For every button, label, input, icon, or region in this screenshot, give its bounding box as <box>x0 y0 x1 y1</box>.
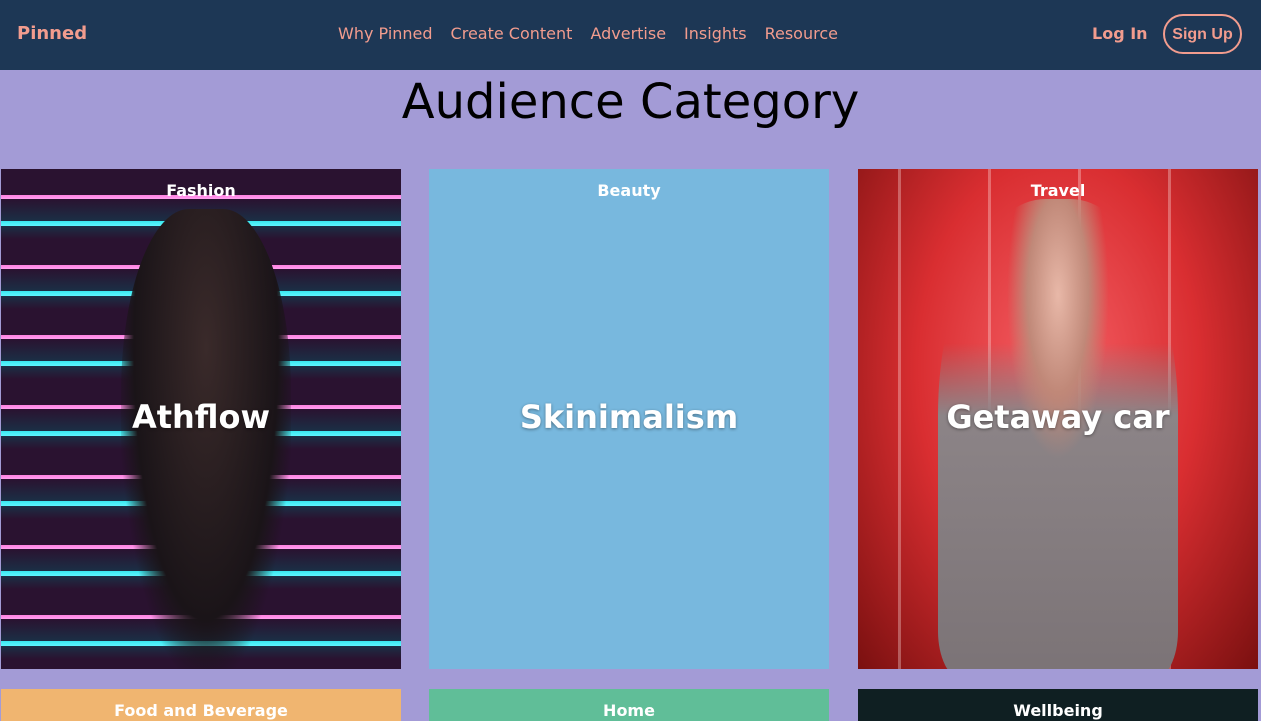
main-nav: Why Pinned Create Content Advertise Insi… <box>338 22 856 46</box>
category-card-travel[interactable]: Travel Getaway car <box>858 169 1258 669</box>
signup-button[interactable]: Sign Up <box>1163 14 1242 54</box>
top-navbar: Pinned Why Pinned Create Content Adverti… <box>0 0 1261 70</box>
card-trend-title: Getaway car <box>946 398 1170 436</box>
nav-link-resource[interactable]: Resource <box>765 22 838 46</box>
nav-link-advertise[interactable]: Advertise <box>590 22 666 46</box>
category-card-wellbeing[interactable]: Wellbeing <box>858 689 1258 721</box>
category-card-home[interactable]: Home <box>429 689 829 721</box>
card-category-label: Food and Beverage <box>114 701 288 720</box>
card-category-label: Travel <box>1030 181 1086 200</box>
login-link[interactable]: Log In <box>1092 22 1148 46</box>
card-category-label: Beauty <box>597 181 661 200</box>
category-card-food-and-beverage[interactable]: Food and Beverage <box>1 689 401 721</box>
nav-link-insights[interactable]: Insights <box>684 22 747 46</box>
category-card-beauty[interactable]: Beauty Skinimalism <box>429 169 829 669</box>
fashion-photo <box>121 209 291 669</box>
card-category-label: Fashion <box>166 181 236 200</box>
card-category-label: Home <box>603 701 655 720</box>
category-card-fashion[interactable]: Fashion Athflow <box>1 169 401 669</box>
card-category-label: Wellbeing <box>1013 701 1103 720</box>
card-trend-title: Skinimalism <box>519 398 739 436</box>
page-title: Audience Category <box>401 74 860 130</box>
brand-logo-link[interactable]: Pinned <box>17 22 87 46</box>
nav-link-why-pinned[interactable]: Why Pinned <box>338 22 433 46</box>
card-trend-title: Athflow <box>131 398 271 436</box>
nav-link-create-content[interactable]: Create Content <box>451 22 573 46</box>
